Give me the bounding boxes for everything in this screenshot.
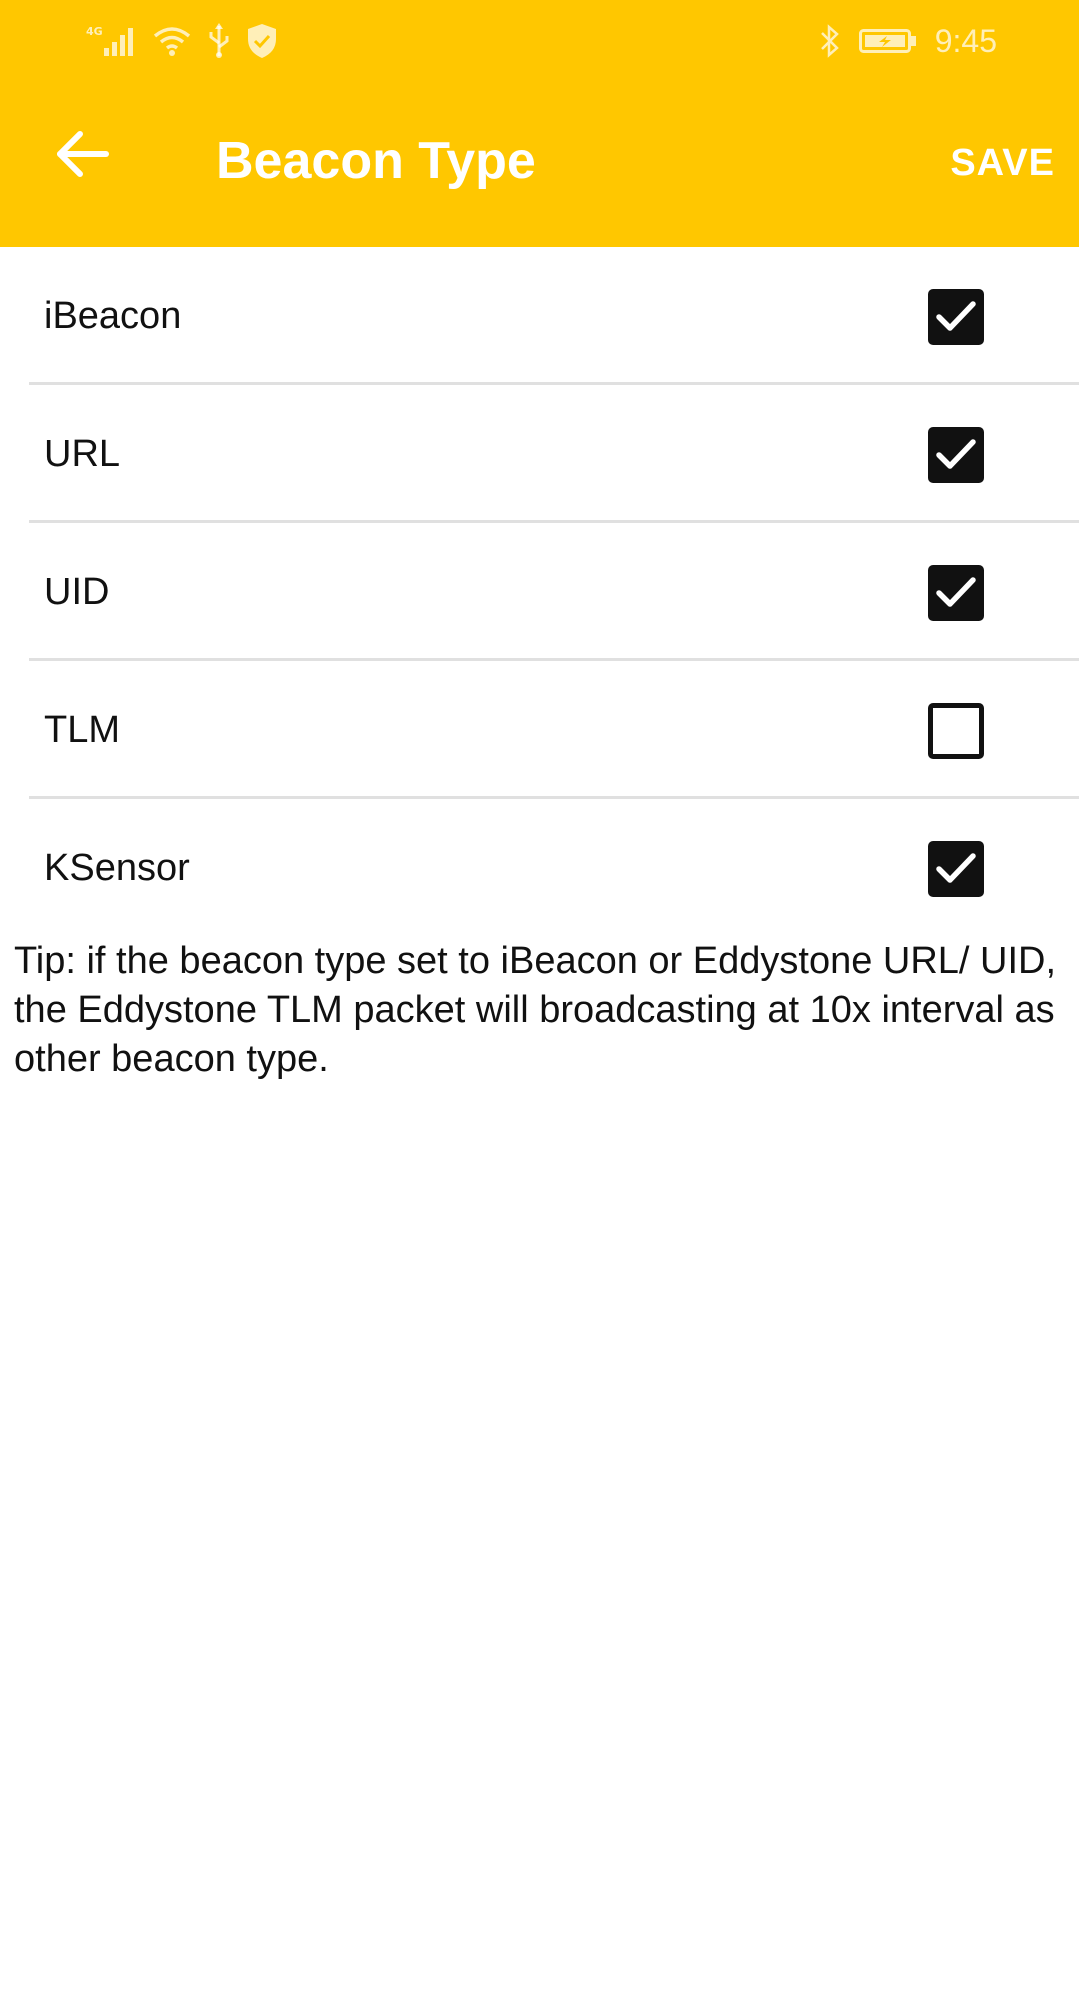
page-title: Beacon Type bbox=[216, 132, 536, 190]
toolbar: Beacon Type SAVE bbox=[0, 80, 1079, 247]
uid-checkbox[interactable] bbox=[928, 565, 984, 621]
beacon-type-label: TLM bbox=[44, 709, 120, 751]
status-time: 9:45 bbox=[934, 23, 997, 59]
shield-icon bbox=[246, 23, 278, 59]
arrow-left-icon bbox=[54, 130, 110, 183]
wifi-icon bbox=[152, 24, 192, 58]
status-icons-right: 9:45 bbox=[819, 18, 997, 64]
beacon-type-label: KSensor bbox=[44, 847, 190, 889]
tip-text: Tip: if the beacon type set to iBeacon o… bbox=[14, 940, 1057, 1080]
signal-4g-icon: 4G bbox=[86, 24, 138, 58]
status-icons-left: 4G bbox=[86, 18, 278, 64]
beacon-type-label: URL bbox=[44, 433, 121, 475]
svg-text:4G: 4G bbox=[86, 25, 103, 38]
status-bar: 4G 9:45 bbox=[0, 0, 1079, 80]
usb-icon bbox=[206, 23, 232, 59]
back-button[interactable] bbox=[46, 120, 118, 192]
beacon-type-row-uid[interactable]: UID bbox=[0, 523, 1079, 661]
app-header: 4G 9:45 Beacon Type SAVE bbox=[0, 0, 1079, 247]
checkmark-icon bbox=[936, 853, 976, 883]
beacon-type-list: iBeacon URL UID TLM KSensor bbox=[0, 247, 1079, 937]
battery-charging-icon bbox=[858, 27, 917, 55]
checkmark-icon bbox=[936, 577, 976, 607]
url-checkbox[interactable] bbox=[928, 427, 984, 483]
ksensor-checkbox[interactable] bbox=[928, 841, 984, 897]
checkmark-icon bbox=[936, 439, 976, 469]
beacon-type-row-tlm[interactable]: TLM bbox=[0, 661, 1079, 799]
ibeacon-checkbox[interactable] bbox=[928, 289, 984, 345]
save-button[interactable]: SAVE bbox=[950, 135, 1055, 191]
beacon-type-row-ksensor[interactable]: KSensor bbox=[0, 799, 1079, 937]
beacon-type-row-ibeacon[interactable]: iBeacon bbox=[0, 247, 1079, 385]
beacon-type-row-url[interactable]: URL bbox=[0, 385, 1079, 523]
beacon-type-label: UID bbox=[44, 571, 110, 613]
checkmark-icon bbox=[936, 301, 976, 331]
beacon-type-label: iBeacon bbox=[44, 295, 182, 337]
tlm-checkbox[interactable] bbox=[928, 703, 984, 759]
bluetooth-icon bbox=[819, 24, 841, 58]
